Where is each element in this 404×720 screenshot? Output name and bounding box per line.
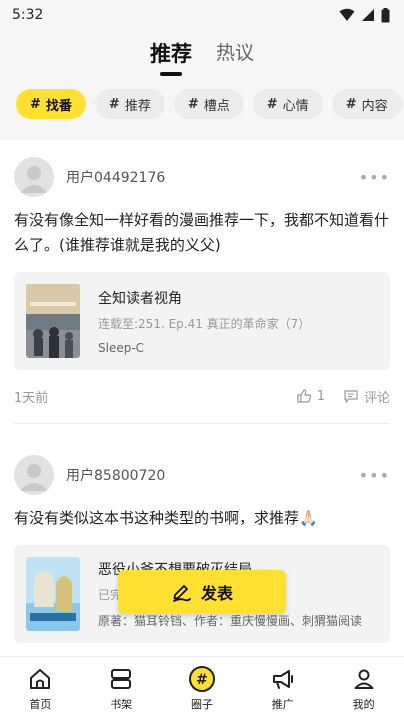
post-card[interactable]: 用户04492176 ••• 有没有像全知一样好看的漫画推荐一下，我都不知道看什… — [0, 154, 404, 422]
hash-icon: # — [345, 96, 357, 112]
nav-bookshelf-label: 书架 — [110, 697, 133, 711]
publish-label: 发表 — [200, 584, 233, 603]
chip-label: 找番 — [45, 98, 72, 114]
default-avatar-icon — [20, 166, 48, 193]
avatar[interactable] — [14, 455, 54, 495]
comment-button[interactable]: 评论 — [343, 387, 390, 406]
bookshelf-icon — [108, 666, 134, 692]
post-card[interactable]: 用户85800720 ••• 有没有类似这本书这种类型的书啊，求推荐🙏🏻 恶役小… — [0, 452, 404, 643]
hash-icon: # — [108, 96, 120, 112]
tab-hot-label: 热议 — [215, 42, 254, 64]
avatar[interactable] — [14, 157, 54, 197]
book-author: Sleep-C — [98, 340, 145, 355]
tab-recommend-label: 推荐 — [149, 42, 192, 66]
chip-label: 内容 — [361, 98, 388, 114]
post-time: 1天前 — [14, 390, 49, 406]
post-text[interactable]: 有没有类似这本书这种类型的书啊，求推荐🙏🏻 — [14, 506, 390, 531]
post-footer: 1天前 1 评论 — [14, 370, 390, 422]
default-avatar-icon — [20, 464, 48, 491]
pen-icon — [173, 585, 191, 602]
book-cover — [26, 557, 80, 631]
hash-icon: # — [187, 96, 199, 112]
topic-chips: # 找番 # 推荐 # 槽点 # 心情 # 内容 — [16, 89, 404, 121]
wifi-icon — [339, 8, 355, 21]
book-card[interactable]: 全知读者视角 连载至:251. Ep.41 真正的革命家（7） Sleep-C — [14, 272, 390, 370]
nav-circle-label: 圈子 — [190, 697, 213, 711]
chip-find-anime[interactable]: # 找番 — [16, 89, 86, 119]
book-author: 原著：猫耳铃铛、作者：重庆慢慢画、刺猬猫阅读 — [98, 614, 363, 628]
top-tabs: 推荐 热议 — [0, 34, 404, 78]
like-count: 1 — [316, 388, 325, 404]
chip-recommend[interactable]: # 推荐 — [94, 89, 165, 119]
chip-label: 心情 — [282, 98, 309, 114]
status-icons — [339, 7, 390, 23]
chip-label: 推荐 — [124, 98, 151, 114]
chip-content[interactable]: # 内容 — [331, 89, 402, 119]
battery-icon — [381, 7, 390, 22]
post-header: 用户85800720 ••• — [14, 452, 390, 498]
tab-active-indicator — [159, 72, 182, 76]
more-options-icon[interactable]: ••• — [359, 466, 390, 485]
tab-hot[interactable]: 热议 — [216, 34, 254, 65]
book-info: 全知读者视角 连载至:251. Ep.41 真正的革命家（7） Sleep-C — [98, 288, 378, 355]
nav-home-label: 首页 — [29, 697, 52, 711]
hash-icon: # — [30, 96, 41, 112]
post-header: 用户04492176 ••• — [14, 154, 390, 200]
tab-recommend[interactable]: 推荐 — [149, 34, 192, 76]
chip-complaints[interactable]: # 槽点 — [173, 89, 244, 119]
bottom-nav: 首页 书架 # 圈子 推广 我的 — [0, 656, 404, 720]
like-button[interactable]: 1 — [296, 388, 325, 404]
circle-hash-icon: # — [188, 665, 215, 692]
signal-icon — [362, 9, 374, 21]
book-title: 全知读者视角 — [98, 290, 182, 307]
status-time: 5:32 — [12, 7, 44, 23]
comment-label: 评论 — [363, 390, 390, 406]
nav-bookshelf[interactable]: 书架 — [81, 657, 162, 720]
book-cover — [26, 284, 80, 358]
username[interactable]: 用户85800720 — [66, 465, 359, 485]
publish-button[interactable]: 发表 — [118, 570, 286, 614]
nav-promote-label: 推广 — [271, 697, 294, 711]
more-options-icon[interactable]: ••• — [359, 168, 390, 187]
svg-text:#: # — [196, 672, 208, 688]
book-update: 连载至:251. Ep.41 真正的革命家（7） — [98, 316, 311, 331]
profile-icon — [351, 666, 377, 692]
home-icon — [27, 666, 53, 692]
nav-profile-label: 我的 — [352, 697, 375, 711]
megaphone-icon — [270, 666, 296, 692]
thumbs-up-icon — [297, 389, 311, 403]
nav-promote[interactable]: 推广 — [242, 657, 323, 720]
hash-icon: # — [266, 96, 278, 112]
nav-profile[interactable]: 我的 — [323, 657, 404, 720]
chip-mood[interactable]: # 心情 — [252, 89, 323, 119]
post-text[interactable]: 有没有像全知一样好看的漫画推荐一下，我都不知道看什么了。(谁推荐谁就是我的义父) — [14, 208, 390, 258]
nav-home[interactable]: 首页 — [0, 657, 81, 720]
post-divider — [14, 423, 390, 424]
nav-circle[interactable]: # 圈子 — [162, 657, 243, 720]
status-bar: 5:32 — [0, 0, 404, 30]
chip-label: 槽点 — [203, 98, 230, 114]
username[interactable]: 用户04492176 — [66, 167, 359, 187]
comment-icon — [344, 390, 358, 404]
